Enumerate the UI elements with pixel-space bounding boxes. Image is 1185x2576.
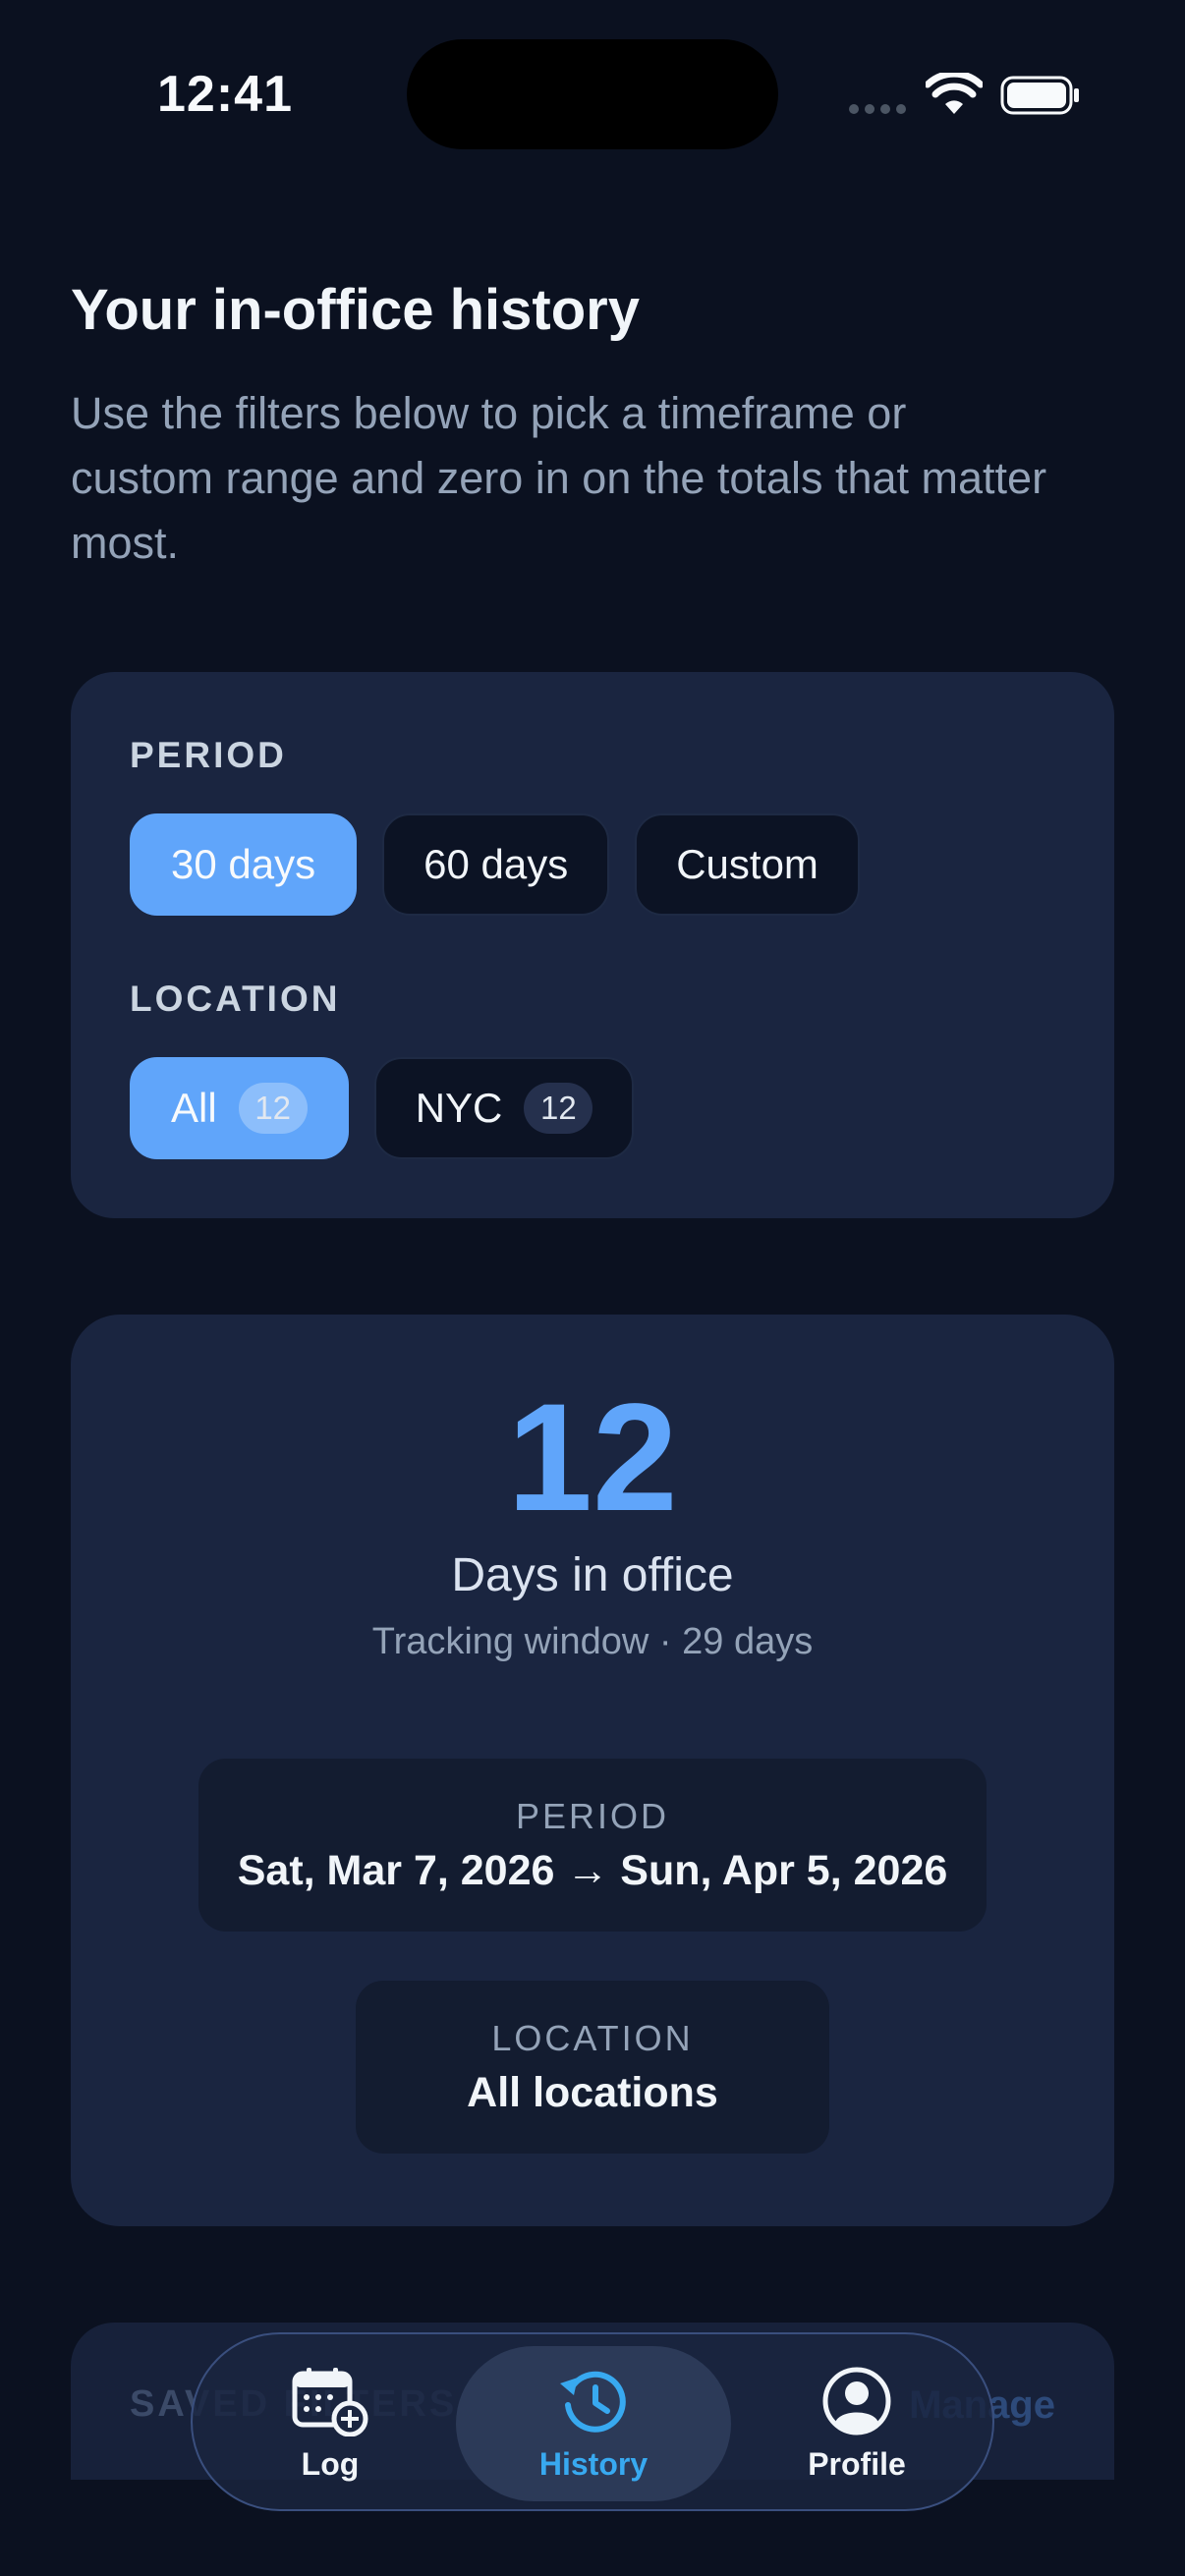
count-badge: 12 [524, 1083, 593, 1134]
location-chip-nyc[interactable]: NYC 12 [373, 1057, 635, 1159]
tab-log[interactable]: Log [210, 2346, 450, 2501]
chip-label: 30 days [171, 841, 316, 887]
location-chip-row: All 12 NYC 12 [130, 1057, 635, 1159]
location-info-box: LOCATION All locations [356, 1981, 829, 2154]
tab-history-label: History [538, 2445, 649, 2482]
battery-icon [1000, 76, 1079, 115]
period-section-label: PERIOD [130, 735, 287, 775]
tab-bar: Log History Profile [191, 2332, 994, 2511]
period-info-label: PERIOD [515, 1796, 670, 1836]
days-in-office-label: Days in office [451, 1549, 734, 1601]
tracking-window-label: Tracking window · 29 days [371, 1621, 814, 1662]
count-badge: 12 [238, 1083, 308, 1134]
chip-label: Custom [676, 841, 818, 887]
tab-log-label: Log [301, 2445, 360, 2482]
period-chip-60-days[interactable]: 60 days [382, 813, 610, 916]
period-chip-custom[interactable]: Custom [635, 813, 860, 916]
filter-card: PERIOD 30 days 60 days Custom LOCATION A… [71, 672, 1114, 1218]
period-chip-30-days[interactable]: 30 days [130, 813, 358, 916]
tab-history[interactable]: History [456, 2346, 731, 2501]
tab-profile-label: Profile [808, 2445, 906, 2482]
period-info-value: Sat, Mar 7, 2026 → Sun, Apr 5, 2026 [237, 1847, 948, 1894]
dynamic-island [407, 39, 778, 149]
location-chip-all[interactable]: All 12 [130, 1057, 349, 1159]
wifi-icon [926, 73, 983, 114]
history-screen: 12:41 Your in-office history Use the fil… [0, 0, 1185, 2576]
status-time: 12:41 [157, 66, 293, 123]
history-icon [560, 2371, 626, 2433]
location-info-value: All locations [467, 2069, 718, 2116]
period-info-box: PERIOD Sat, Mar 7, 2026 → Sun, Apr 5, 20… [198, 1759, 987, 1932]
chip-label: NYC [415, 1085, 503, 1131]
status-bar: 12:41 [0, 0, 1185, 196]
page-title: Your in-office history [71, 278, 640, 342]
person-circle-icon [822, 2367, 891, 2435]
chip-label: 60 days [423, 841, 569, 887]
period-chip-row: 30 days 60 days Custom [130, 813, 860, 916]
location-section-label: LOCATION [130, 979, 341, 1019]
cellular-signal-icon [849, 104, 906, 114]
calendar-plus-icon [292, 2367, 368, 2436]
page-subtitle: Use the filters below to pick a timefram… [71, 388, 1047, 568]
tab-profile[interactable]: Profile [737, 2346, 977, 2501]
chip-label: All [171, 1085, 217, 1131]
summary-card: 12 Days in office Tracking window · 29 d… [71, 1315, 1114, 2226]
days-in-office-count: 12 [507, 1372, 678, 1543]
location-info-label: LOCATION [491, 2018, 694, 2058]
